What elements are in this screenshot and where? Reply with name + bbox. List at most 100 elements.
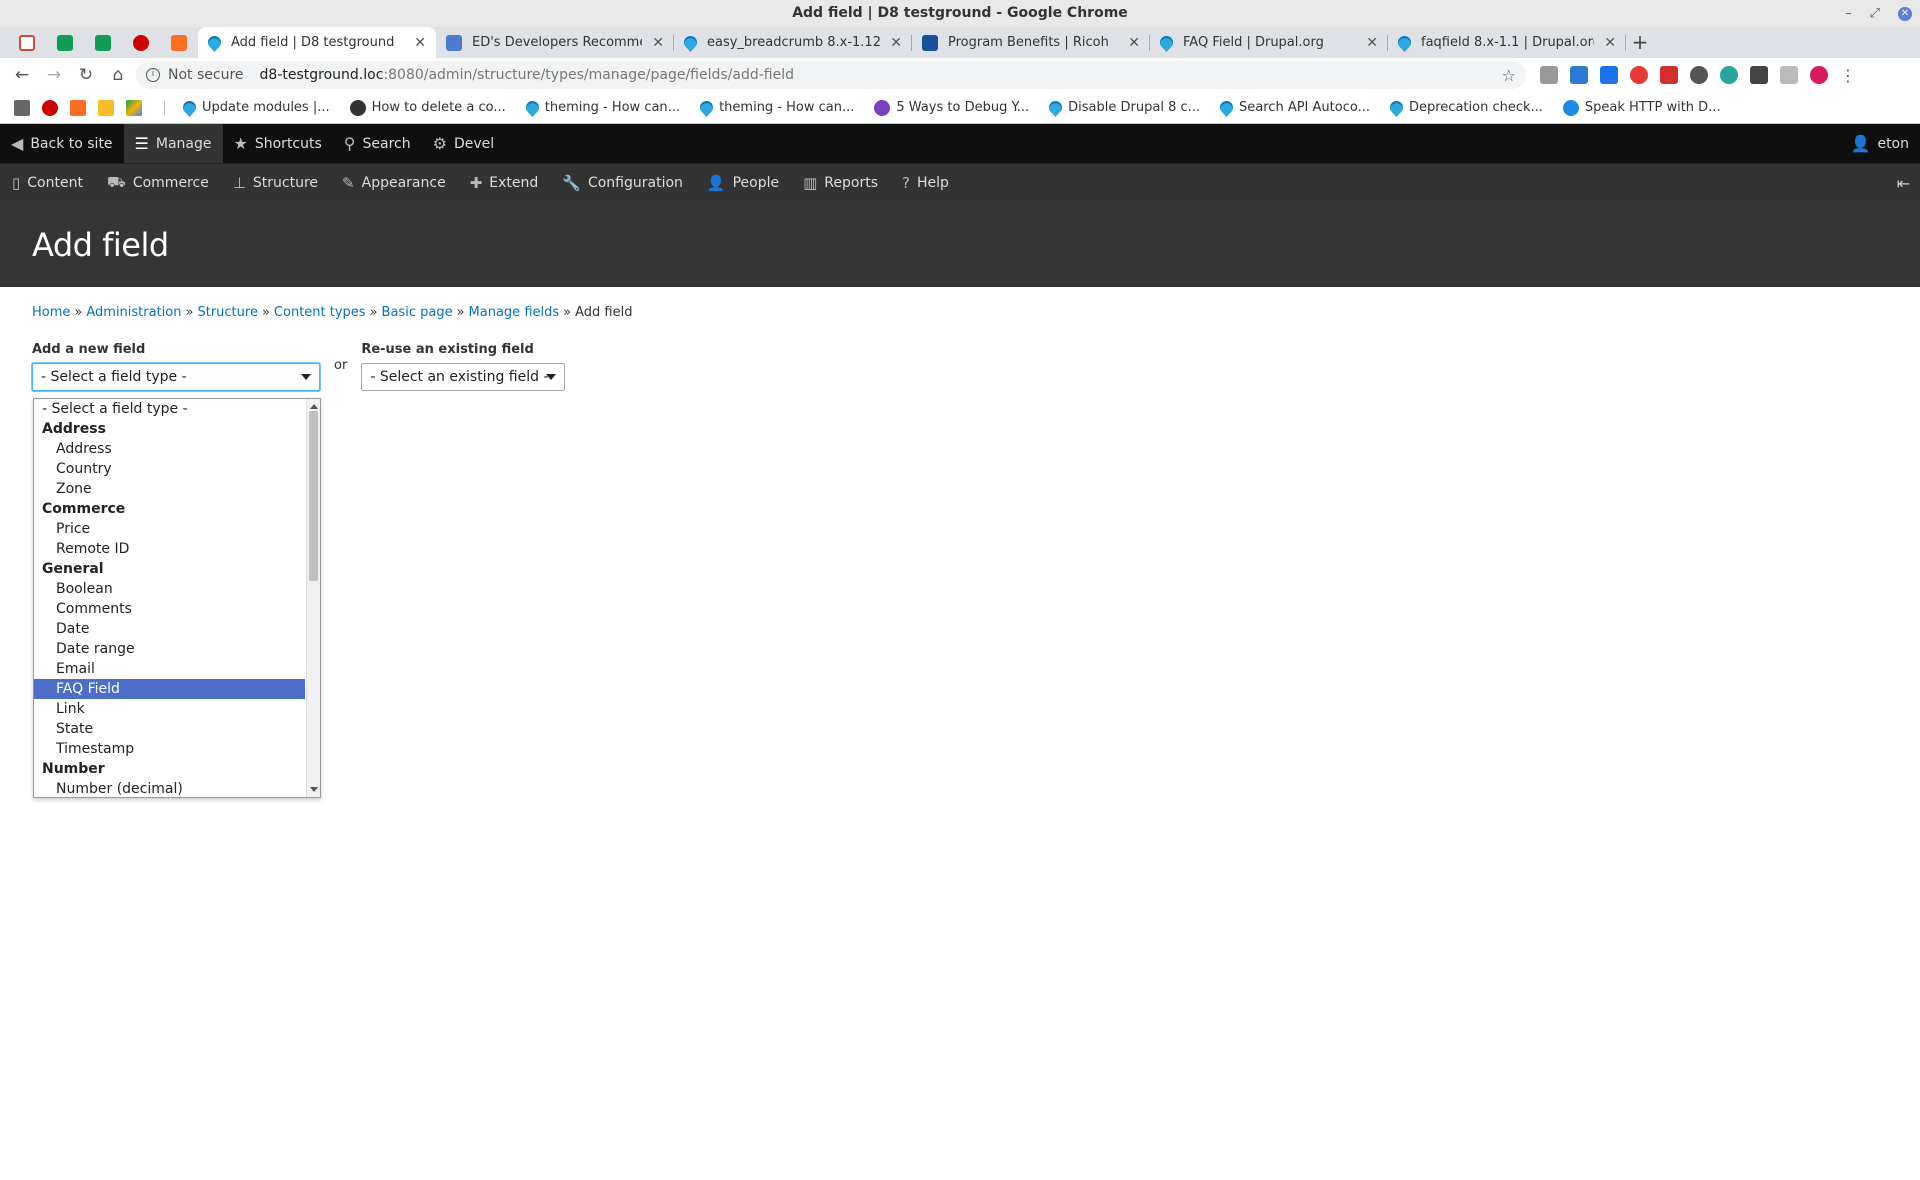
dropdown-option[interactable]: Date range bbox=[34, 639, 305, 659]
menu-item-help[interactable]: ? Help bbox=[890, 164, 961, 203]
dropdown-option[interactable]: Zone bbox=[34, 479, 305, 499]
back-to-site-link[interactable]: ◀ Back to site bbox=[0, 124, 124, 163]
menu-item-appearance[interactable]: ✎ Appearance bbox=[330, 164, 458, 203]
tab-close-icon[interactable]: ✕ bbox=[1604, 35, 1616, 51]
tab-close-icon[interactable]: ✕ bbox=[1366, 35, 1378, 51]
dropdown-option[interactable]: Email bbox=[34, 659, 305, 679]
extension-icon[interactable] bbox=[1630, 66, 1648, 84]
breadcrumb-administration[interactable]: Administration bbox=[86, 305, 181, 320]
dropdown-option[interactable]: Number (decimal) bbox=[34, 779, 305, 797]
back-icon[interactable]: ← bbox=[8, 61, 36, 89]
field-type-select[interactable]: - Select a field type - bbox=[32, 363, 320, 391]
dropdown-option[interactable]: Address bbox=[34, 439, 305, 459]
maximize-icon[interactable]: ⤢ bbox=[1870, 0, 1880, 27]
breadcrumb-basic-page[interactable]: Basic page bbox=[382, 305, 453, 320]
home-icon[interactable]: ⌂ bbox=[104, 61, 132, 89]
extension-icon[interactable] bbox=[1750, 66, 1768, 84]
menu-item-commerce[interactable]: ⛟ Commerce bbox=[95, 164, 221, 203]
reload-icon[interactable]: ↻ bbox=[72, 61, 100, 89]
pinned-tab-sheets-2[interactable] bbox=[84, 27, 122, 58]
dropdown-option[interactable]: Country bbox=[34, 459, 305, 479]
dropdown-option[interactable]: Timestamp bbox=[34, 739, 305, 759]
tab-eds-developers[interactable]: ED's Developers Recommend ✕ bbox=[436, 27, 674, 58]
breadcrumb-content-types[interactable]: Content types bbox=[274, 305, 366, 320]
extension-icon[interactable] bbox=[1720, 66, 1738, 84]
tab-close-icon[interactable]: ✕ bbox=[1128, 35, 1140, 51]
menu-item-reports[interactable]: ▥ Reports bbox=[791, 164, 890, 203]
bookmark-star-icon[interactable]: ☆ bbox=[1502, 66, 1516, 85]
tab-close-icon[interactable]: ✕ bbox=[652, 35, 664, 51]
extension-icon[interactable] bbox=[1660, 66, 1678, 84]
dropdown-scrollbar[interactable] bbox=[306, 399, 320, 797]
profile-avatar[interactable] bbox=[1810, 66, 1828, 84]
pinned-tab-gitlab[interactable] bbox=[160, 27, 198, 58]
gitlab-icon bbox=[171, 34, 187, 51]
dropdown-option[interactable]: Comments bbox=[34, 599, 305, 619]
dropdown-option[interactable]: Date bbox=[34, 619, 305, 639]
menu-item-people[interactable]: 👤 People bbox=[695, 164, 791, 203]
dropdown-option[interactable]: Boolean bbox=[34, 579, 305, 599]
dropdown-option[interactable]: State bbox=[34, 719, 305, 739]
extension-icon[interactable] bbox=[1690, 66, 1708, 84]
redhat-icon[interactable] bbox=[42, 99, 58, 116]
tab-easy-breadcrumb[interactable]: easy_breadcrumb 8.x-1.12 | Dr ✕ bbox=[674, 27, 912, 58]
breadcrumb-home[interactable]: Home bbox=[32, 305, 70, 320]
tab-faq-field[interactable]: FAQ Field | Drupal.org ✕ bbox=[1150, 27, 1388, 58]
dropdown-option[interactable]: Price bbox=[34, 519, 305, 539]
dropdown-option[interactable]: - Select a field type - bbox=[34, 399, 305, 419]
bookmark-item[interactable]: theming - How can... bbox=[697, 98, 854, 117]
field-type-dropdown-list[interactable]: - Select a field type - Address Address Cou… bbox=[33, 398, 321, 798]
dropdown-option[interactable]: Remote ID bbox=[34, 539, 305, 559]
tab-faqfield-release[interactable]: faqfield 8.x-1.1 | Drupal.org ✕ bbox=[1388, 27, 1626, 58]
tray-orientation-icon[interactable]: ⇤ bbox=[1887, 174, 1920, 193]
tab-add-field[interactable]: Add field | D8 testground ✕ bbox=[198, 27, 436, 58]
extension-icon[interactable] bbox=[1570, 66, 1588, 84]
extension-icon[interactable] bbox=[1600, 66, 1618, 84]
menu-item-configuration[interactable]: 🔧 Configuration bbox=[550, 164, 695, 203]
search-tab[interactable]: ⚲ Search bbox=[333, 124, 422, 163]
user-tab[interactable]: 👤 eton bbox=[1840, 124, 1920, 163]
shortcuts-tab[interactable]: ★ Shortcuts bbox=[223, 124, 333, 163]
minimize-icon[interactable]: – bbox=[1845, 0, 1852, 27]
mail-extension-icon[interactable] bbox=[1540, 66, 1558, 84]
manage-tab[interactable]: ☰ Manage bbox=[123, 124, 223, 163]
breadcrumb-structure[interactable]: Structure bbox=[197, 305, 257, 320]
scrollbar-thumb[interactable] bbox=[309, 411, 318, 581]
address-bar[interactable]: i Not secure d8-testground.loc:8080/admi… bbox=[136, 61, 1526, 89]
devel-tab[interactable]: ⚙ Devel bbox=[422, 124, 506, 163]
dropdown-option[interactable]: Link bbox=[34, 699, 305, 719]
gitlab-icon[interactable] bbox=[70, 99, 86, 116]
menu-item-extend[interactable]: ✚ Extend bbox=[458, 164, 551, 203]
forward-icon[interactable]: → bbox=[40, 61, 68, 89]
menu-icon[interactable]: ⋮ bbox=[1840, 66, 1856, 85]
bookmark-item[interactable]: Disable Drupal 8 c... bbox=[1046, 98, 1200, 117]
close-window-icon[interactable]: ✕ bbox=[1898, 6, 1912, 21]
bookmark-item[interactable]: Speak HTTP with D... bbox=[1562, 99, 1721, 116]
pinned-tab-gmail[interactable] bbox=[8, 27, 46, 58]
new-tab-button[interactable]: + bbox=[1626, 27, 1654, 58]
drive-icon[interactable] bbox=[126, 99, 142, 116]
info-icon[interactable]: i bbox=[146, 68, 160, 82]
pinned-tab-sheets[interactable] bbox=[46, 27, 84, 58]
bookmark-item[interactable]: 5 Ways to Debug Y... bbox=[874, 99, 1029, 116]
pinned-tab-redhat[interactable] bbox=[122, 27, 160, 58]
bookmark-item[interactable]: Update modules |... bbox=[180, 98, 330, 117]
menu-item-structure[interactable]: ⊥ Structure bbox=[221, 164, 330, 203]
bookmark-item[interactable]: Search API Autoco... bbox=[1217, 98, 1370, 117]
scroll-up-icon[interactable] bbox=[310, 404, 318, 409]
menu-item-content[interactable]: ▯ Content bbox=[0, 164, 95, 203]
keep-icon[interactable] bbox=[98, 99, 114, 116]
tab-program-benefits[interactable]: Program Benefits | Ricoh ✕ bbox=[912, 27, 1150, 58]
folder-icon[interactable] bbox=[14, 99, 30, 116]
bookmark-item[interactable]: How to delete a co... bbox=[349, 99, 506, 116]
tab-close-icon[interactable]: ✕ bbox=[414, 35, 426, 51]
tab-close-icon[interactable]: ✕ bbox=[890, 35, 902, 51]
pocket-icon[interactable] bbox=[1780, 66, 1798, 84]
dropdown-option[interactable]: FAQ Field bbox=[34, 679, 305, 699]
bookmark-item[interactable]: Deprecation check... bbox=[1387, 98, 1543, 117]
bookmark-item[interactable]: theming - How can... bbox=[523, 98, 680, 117]
breadcrumb-manage-fields[interactable]: Manage fields bbox=[469, 305, 560, 320]
existing-field-select[interactable]: - Select an existing field - bbox=[361, 363, 566, 391]
scroll-down-icon[interactable] bbox=[310, 787, 318, 792]
add-field-form: Add a new field - Select a field type - … bbox=[32, 342, 1888, 391]
